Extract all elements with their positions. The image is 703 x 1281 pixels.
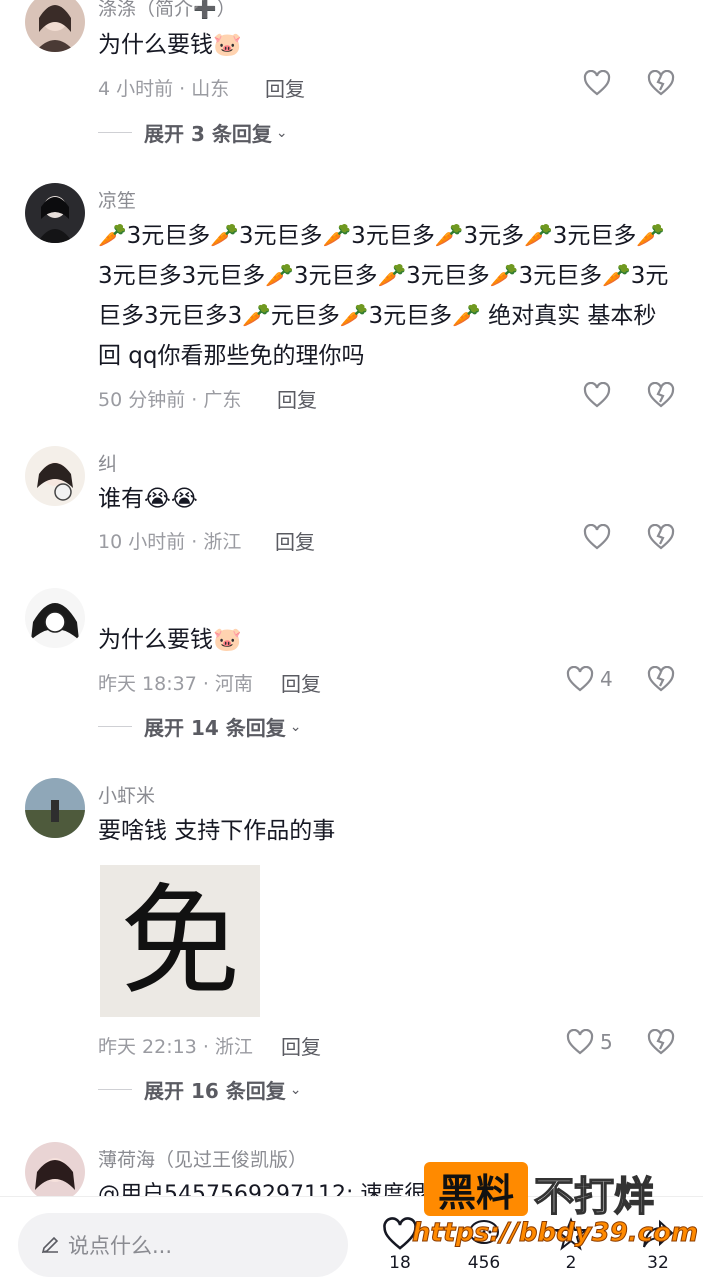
like-button[interactable] xyxy=(583,524,611,550)
avatar[interactable] xyxy=(25,778,85,838)
username[interactable]: 凉笙 xyxy=(98,186,136,213)
dislike-button[interactable] xyxy=(647,382,675,408)
heart-icon xyxy=(583,382,611,408)
expand-replies-button[interactable]: 展开 3 条回复 ⌄ xyxy=(98,118,288,147)
watermark-title: 不打烊 xyxy=(533,1173,655,1221)
heart-icon xyxy=(566,666,594,692)
collect-count: 2 xyxy=(565,1253,577,1273)
comment-count: 456 xyxy=(467,1253,501,1273)
expand-replies-button[interactable]: 展开 16 条回复 ⌄ xyxy=(98,1075,302,1104)
time-location: 4 小时前 · 山东 xyxy=(98,78,230,100)
time-location: 昨天 18:37 · 河南 xyxy=(98,673,253,695)
time-location: 昨天 22:13 · 浙江 xyxy=(98,1036,253,1058)
comment-text: 为什么要钱🐷 xyxy=(98,32,242,58)
watermark-url: https://bbdy39.com xyxy=(411,1218,699,1249)
expand-label: 展开 14 条回复 xyxy=(144,716,286,740)
watermark-badge: 黑料 xyxy=(424,1162,528,1216)
reply-button[interactable]: 回复 xyxy=(265,73,305,102)
like-count: 4 xyxy=(600,667,613,691)
avatar[interactable] xyxy=(25,183,85,243)
avatar[interactable] xyxy=(25,588,85,648)
like-button[interactable]: 5 xyxy=(566,1029,613,1055)
dislike-button[interactable] xyxy=(647,666,675,692)
heart-icon xyxy=(566,1029,594,1055)
comment-text: 🥕3元巨多🥕3元巨多🥕3元巨多🥕3元多🥕3元巨多🥕3元巨多3元巨多🥕3元巨多🥕3… xyxy=(98,223,669,369)
dislike-button[interactable] xyxy=(647,1029,675,1055)
dislike-button[interactable] xyxy=(647,524,675,550)
chevron-down-icon: ⌄ xyxy=(289,1081,302,1098)
chevron-down-icon: ⌄ xyxy=(289,718,302,735)
like-button[interactable]: 4 xyxy=(566,666,613,692)
username[interactable]: 涤涤（简介➕） xyxy=(98,0,236,21)
comment-text: 为什么要钱🐷 xyxy=(98,627,242,653)
expand-label: 展开 16 条回复 xyxy=(144,1079,286,1103)
input-placeholder: 说点什么... xyxy=(68,1234,173,1258)
reply-button[interactable]: 回复 xyxy=(281,668,321,697)
avatar[interactable] xyxy=(25,0,85,52)
chevron-down-icon: ⌄ xyxy=(275,124,288,141)
like-count: 18 xyxy=(389,1253,411,1273)
broken-heart-icon xyxy=(647,666,675,692)
divider xyxy=(98,726,132,727)
like-button[interactable] xyxy=(583,382,611,408)
comment-text: 谁有😭😭 xyxy=(98,486,198,512)
time-location: 10 小时前 · 浙江 xyxy=(98,531,242,553)
like-count: 5 xyxy=(600,1030,613,1054)
reply-button[interactable]: 回复 xyxy=(277,384,317,413)
expand-label: 展开 3 条回复 xyxy=(144,122,272,146)
watermark: 黑料 不打烊 https://bbdy39.com xyxy=(411,1162,699,1256)
divider xyxy=(98,1089,132,1090)
comment-input[interactable]: 说点什么... xyxy=(18,1213,348,1277)
dislike-button[interactable] xyxy=(647,70,675,96)
heart-icon xyxy=(583,70,611,96)
reply-button[interactable]: 回复 xyxy=(275,526,315,555)
like-button[interactable] xyxy=(583,70,611,96)
heart-icon xyxy=(583,524,611,550)
comment-text: 要啥钱 支持下作品的事 xyxy=(98,818,336,844)
username[interactable]: 纠 xyxy=(98,449,117,476)
time-location: 50 分钟前 · 广东 xyxy=(98,389,242,411)
username[interactable]: 薄荷海（见过王俊凯版） xyxy=(98,1145,307,1172)
pencil-icon xyxy=(41,1236,59,1254)
avatar[interactable] xyxy=(25,1142,85,1202)
broken-heart-icon xyxy=(647,70,675,96)
username[interactable]: 小虾米 xyxy=(98,781,155,808)
broken-heart-icon xyxy=(647,1029,675,1055)
reply-button[interactable]: 回复 xyxy=(281,1031,321,1060)
broken-heart-icon xyxy=(647,524,675,550)
broken-heart-icon xyxy=(647,382,675,408)
expand-replies-button[interactable]: 展开 14 条回复 ⌄ xyxy=(98,712,302,741)
share-count: 32 xyxy=(647,1253,669,1273)
comment-image[interactable]: 免 xyxy=(100,865,260,1017)
avatar[interactable] xyxy=(25,446,85,506)
divider xyxy=(98,132,132,133)
image-text: 免 xyxy=(120,873,240,1012)
